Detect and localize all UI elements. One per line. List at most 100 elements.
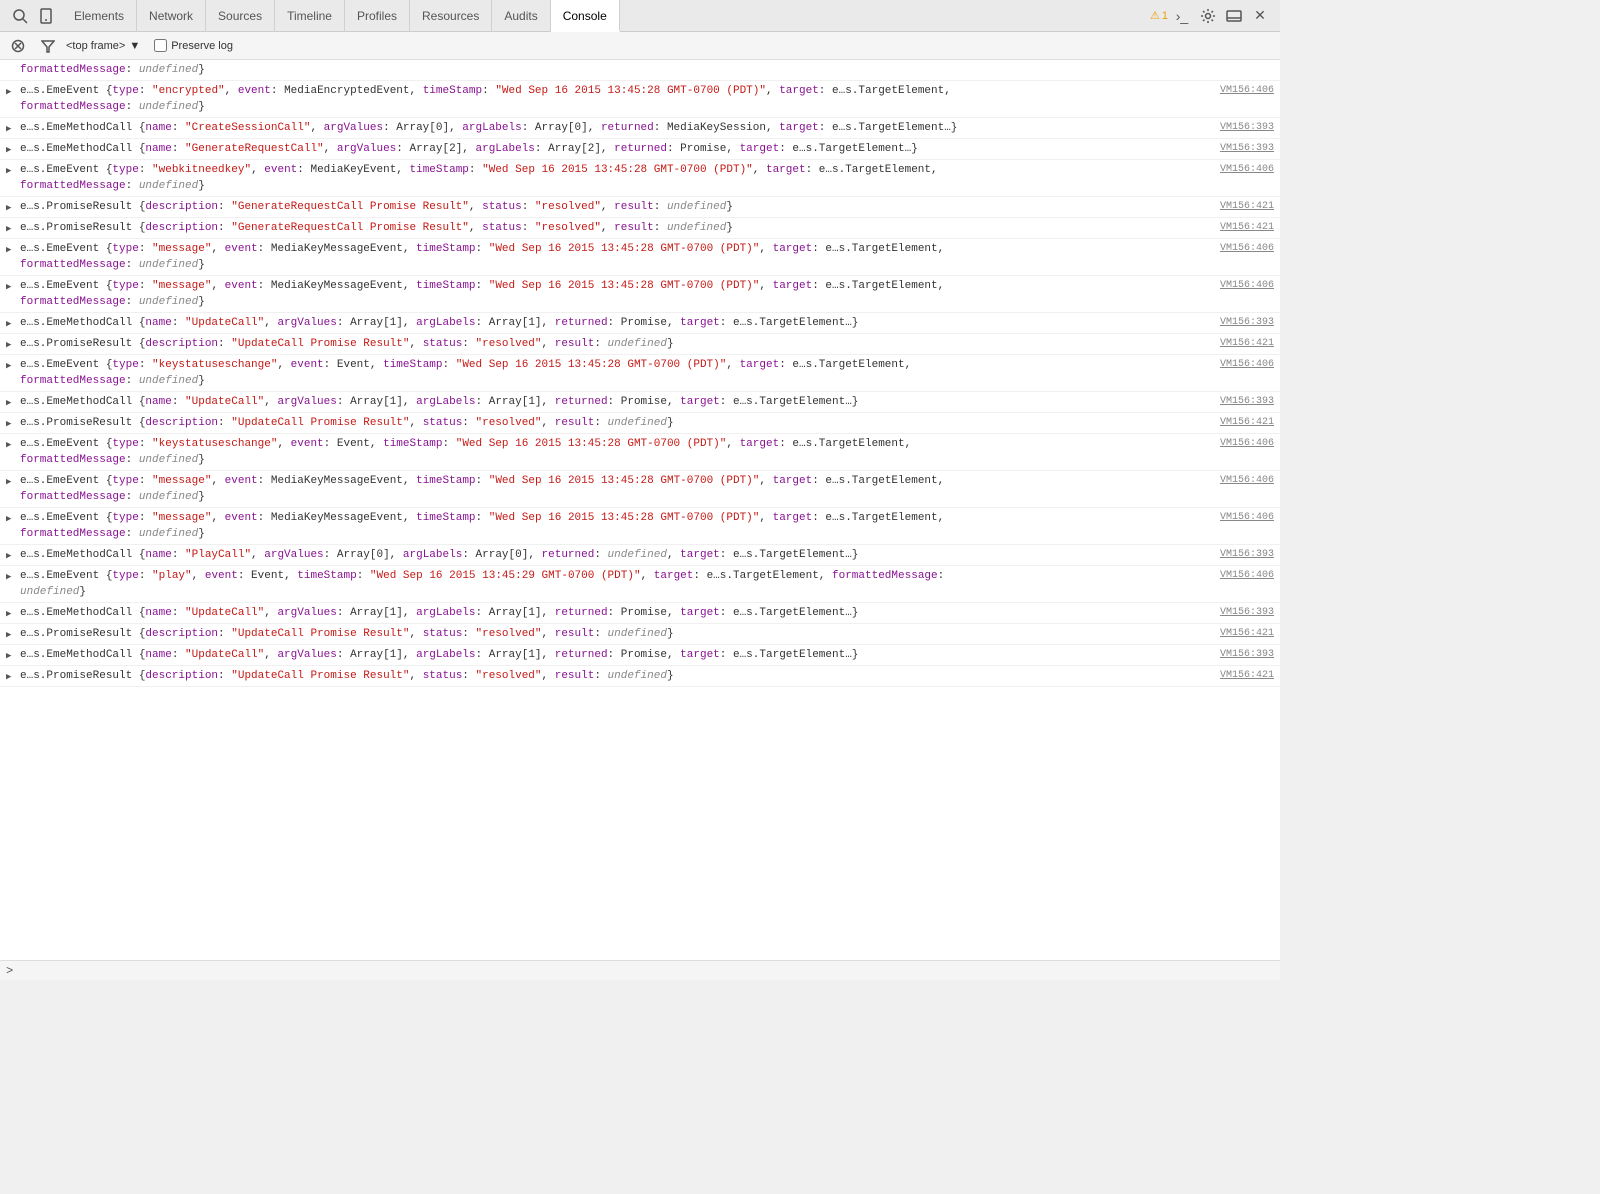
log-source[interactable]: VM156:393 (1220, 647, 1274, 663)
expand-toggle[interactable] (6, 437, 11, 454)
log-entry[interactable]: e…s.EmeMethodCall {name: "GenerateReques… (0, 139, 1280, 160)
inspect-icon[interactable] (8, 4, 32, 28)
expand-toggle[interactable] (6, 395, 11, 412)
log-entry[interactable]: e…s.PromiseResult {description: "UpdateC… (0, 666, 1280, 687)
log-entry[interactable]: e…s.PromiseResult {description: "UpdateC… (0, 624, 1280, 645)
tab-network[interactable]: Network (137, 0, 206, 32)
log-entry[interactable]: e…s.EmeMethodCall {name: "PlayCall", arg… (0, 545, 1280, 566)
expand-toggle[interactable] (6, 358, 11, 375)
left-toolbar-icons (4, 4, 62, 28)
log-entry[interactable]: e…s.EmeMethodCall {name: "CreateSessionC… (0, 118, 1280, 139)
log-source[interactable]: VM156:406 (1220, 510, 1274, 526)
log-source[interactable]: VM156:406 (1220, 473, 1274, 489)
settings-icon[interactable] (1196, 4, 1220, 28)
close-icon[interactable]: ✕ (1248, 4, 1272, 28)
log-source[interactable]: VM156:406 (1220, 357, 1274, 373)
warning-icon: ⚠ (1150, 9, 1160, 22)
log-source[interactable]: VM156:393 (1220, 141, 1274, 157)
log-source[interactable]: VM156:421 (1220, 626, 1274, 642)
device-icon[interactable] (34, 4, 58, 28)
log-source[interactable]: VM156:406 (1220, 568, 1274, 584)
log-text: e…s.PromiseResult {description: "UpdateC… (20, 415, 1208, 431)
expand-toggle[interactable] (6, 416, 11, 433)
expand-toggle[interactable] (6, 200, 11, 217)
log-entry[interactable]: e…s.EmeMethodCall {name: "UpdateCall", a… (0, 603, 1280, 624)
log-source[interactable]: VM156:393 (1220, 120, 1274, 136)
expand-toggle[interactable] (6, 337, 11, 354)
log-entry[interactable]: formattedMessage: undefined} (0, 60, 1280, 81)
log-text: e…s.PromiseResult {description: "UpdateC… (20, 336, 1208, 352)
expand-toggle[interactable] (6, 569, 11, 586)
clear-console-icon[interactable] (6, 34, 30, 58)
tab-resources[interactable]: Resources (410, 0, 492, 32)
log-text: e…s.EmeEvent {type: "message", event: Me… (20, 510, 1208, 542)
expand-toggle[interactable] (6, 221, 11, 238)
expand-toggle[interactable] (6, 474, 11, 491)
expand-toggle[interactable] (6, 84, 11, 101)
log-entry[interactable]: e…s.PromiseResult {description: "UpdateC… (0, 334, 1280, 355)
expand-toggle[interactable] (6, 669, 11, 686)
tab-timeline[interactable]: Timeline (275, 0, 345, 32)
expand-toggle[interactable] (6, 648, 11, 665)
tab-profiles[interactable]: Profiles (345, 0, 410, 32)
dock-icon[interactable] (1222, 4, 1246, 28)
log-text: e…s.EmeMethodCall {name: "GenerateReques… (20, 141, 1208, 157)
tab-sources[interactable]: Sources (206, 0, 275, 32)
log-entry[interactable]: e…s.EmeEvent {type: "webkitneedkey", eve… (0, 160, 1280, 197)
log-entry[interactable]: e…s.EmeEvent {type: "message", event: Me… (0, 471, 1280, 508)
log-entry[interactable]: e…s.EmeEvent {type: "message", event: Me… (0, 508, 1280, 545)
expand-toggle[interactable] (6, 627, 11, 644)
log-source[interactable]: VM156:406 (1220, 83, 1274, 99)
preserve-log-checkbox[interactable] (154, 39, 167, 52)
tab-audits[interactable]: Audits (492, 0, 550, 32)
log-entry[interactable]: e…s.EmeMethodCall {name: "UpdateCall", a… (0, 645, 1280, 666)
expand-toggle[interactable] (6, 279, 11, 296)
log-source[interactable]: VM156:393 (1220, 394, 1274, 410)
frame-selector[interactable]: <top frame> ▼ (66, 40, 140, 52)
log-source[interactable]: VM156:406 (1220, 436, 1274, 452)
terminal-icon[interactable]: ›_ (1170, 4, 1194, 28)
expand-toggle[interactable] (6, 121, 11, 138)
log-entry[interactable]: e…s.EmeEvent {type: "message", event: Me… (0, 276, 1280, 313)
expand-toggle[interactable] (6, 548, 11, 565)
expand-toggle[interactable] (6, 316, 11, 333)
log-entry[interactable]: e…s.EmeEvent {type: "message", event: Me… (0, 239, 1280, 276)
log-entry[interactable]: e…s.PromiseResult {description: "Generat… (0, 197, 1280, 218)
log-source[interactable]: VM156:421 (1220, 199, 1274, 215)
log-source[interactable]: VM156:393 (1220, 315, 1274, 331)
log-source[interactable]: VM156:421 (1220, 668, 1274, 684)
log-source[interactable]: VM156:406 (1220, 162, 1274, 178)
log-entry[interactable]: e…s.PromiseResult {description: "Generat… (0, 218, 1280, 239)
log-source[interactable]: VM156:421 (1220, 220, 1274, 236)
log-source[interactable]: VM156:421 (1220, 415, 1274, 431)
log-source[interactable]: VM156:421 (1220, 336, 1274, 352)
devtools-toolbar: Elements Network Sources Timeline Profil… (0, 0, 1280, 32)
warning-badge[interactable]: ⚠ 1 (1150, 9, 1168, 22)
log-entry[interactable]: e…s.EmeMethodCall {name: "UpdateCall", a… (0, 392, 1280, 413)
log-entry[interactable]: e…s.EmeEvent {type: "keystatuseschange",… (0, 434, 1280, 471)
tab-console[interactable]: Console (551, 0, 620, 32)
console-prompt[interactable]: > (6, 964, 13, 978)
log-source[interactable]: VM156:393 (1220, 547, 1274, 563)
tab-bar: Elements Network Sources Timeline Profil… (62, 0, 1142, 32)
log-entry[interactable]: e…s.PromiseResult {description: "UpdateC… (0, 413, 1280, 434)
expand-toggle[interactable] (6, 242, 11, 259)
log-text: e…s.EmeMethodCall {name: "UpdateCall", a… (20, 605, 1208, 621)
log-entry[interactable]: e…s.EmeEvent {type: "keystatuseschange",… (0, 355, 1280, 392)
log-entry[interactable]: e…s.EmeEvent {type: "encrypted", event: … (0, 81, 1280, 118)
expand-toggle[interactable] (6, 163, 11, 180)
log-source[interactable]: VM156:393 (1220, 605, 1274, 621)
log-entry[interactable]: e…s.EmeMethodCall {name: "UpdateCall", a… (0, 313, 1280, 334)
expand-toggle[interactable] (6, 606, 11, 623)
expand-toggle[interactable] (6, 511, 11, 528)
log-text: formattedMessage: undefined} (20, 62, 1274, 78)
log-source[interactable]: VM156:406 (1220, 278, 1274, 294)
expand-toggle[interactable] (6, 142, 11, 159)
log-source[interactable]: VM156:406 (1220, 241, 1274, 257)
filter-icon[interactable] (36, 34, 60, 58)
log-text: e…s.EmeEvent {type: "message", event: Me… (20, 278, 1208, 310)
log-text: e…s.EmeEvent {type: "keystatuseschange",… (20, 357, 1208, 389)
tab-elements[interactable]: Elements (62, 0, 137, 32)
log-entry[interactable]: e…s.EmeEvent {type: "play", event: Event… (0, 566, 1280, 603)
log-text: e…s.EmeEvent {type: "encrypted", event: … (20, 83, 1208, 115)
